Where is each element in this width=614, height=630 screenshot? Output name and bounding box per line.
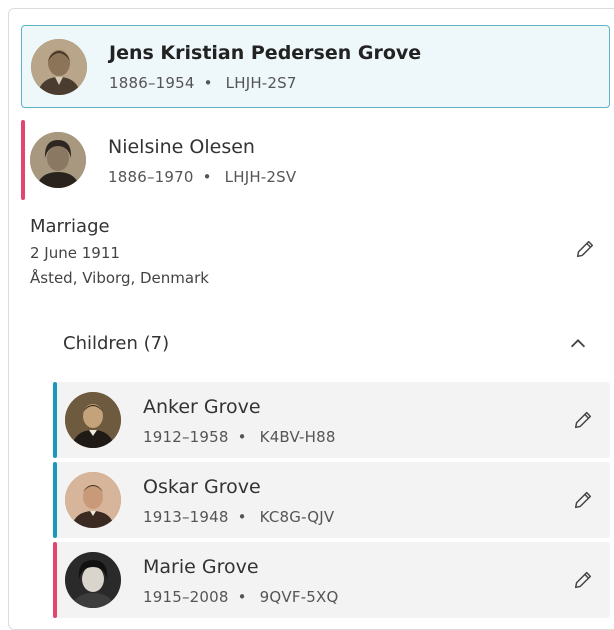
child-card[interactable]: Oskar Grove 1913–1948 • KC8G-QJV xyxy=(53,462,610,538)
child-lifespan: 1913–1948 xyxy=(143,507,229,526)
marriage-section: Marriage 2 June 1911 Åsted, Viborg, Denm… xyxy=(30,216,610,287)
portrait-avatar xyxy=(30,132,86,188)
person-card-husband[interactable]: Jens Kristian Pedersen Grove 1886–1954 •… xyxy=(21,25,610,108)
marriage-date: 2 June 1911 xyxy=(30,244,120,262)
person-lifespan: 1886–1970 xyxy=(108,167,194,186)
person-name[interactable]: Jens Kristian Pedersen Grove xyxy=(109,41,421,65)
person-card-wife[interactable]: Nielsine Olesen 1886–1970 • LHJH-2SV xyxy=(21,120,610,200)
pencil-icon xyxy=(574,491,592,509)
gender-bar-female xyxy=(53,542,57,618)
portrait-avatar xyxy=(65,392,121,448)
pencil-icon xyxy=(574,411,592,429)
child-card[interactable]: Marie Grove 1915–2008 • 9QVF-5XQ xyxy=(53,542,610,618)
separator-dot: • xyxy=(203,74,213,92)
person-meta: 1886–1970 • LHJH-2SV xyxy=(108,168,296,186)
person-name[interactable]: Nielsine Olesen xyxy=(108,135,296,159)
children-header[interactable]: Children (7) xyxy=(63,331,603,357)
child-lifespan: 1912–1958 xyxy=(143,427,229,446)
chevron-up-icon[interactable] xyxy=(567,333,589,355)
marriage-place: Åsted, Viborg, Denmark xyxy=(30,269,209,287)
gender-bar-male xyxy=(53,462,57,538)
child-lifespan: 1915–2008 xyxy=(143,587,229,606)
portrait-avatar xyxy=(65,552,121,608)
child-id[interactable]: 9QVF-5XQ xyxy=(260,588,339,606)
separator-dot: • xyxy=(237,427,247,446)
child-card[interactable]: Anker Grove 1912–1958 • K4BV-H88 xyxy=(53,382,610,458)
child-name[interactable]: Anker Grove xyxy=(143,395,336,419)
child-id[interactable]: KC8G-QJV xyxy=(260,508,335,526)
pencil-icon xyxy=(574,571,592,589)
gender-bar-male xyxy=(53,382,57,458)
person-id[interactable]: LHJH-2S7 xyxy=(226,74,297,92)
separator-dot: • xyxy=(237,587,247,606)
child-name[interactable]: Marie Grove xyxy=(143,555,339,579)
children-label: Children (7) xyxy=(63,333,170,354)
child-meta: 1913–1948 • KC8G-QJV xyxy=(143,508,334,526)
marriage-title: Marriage xyxy=(30,216,110,237)
person-meta: 1886–1954 • LHJH-2S7 xyxy=(109,74,421,92)
pencil-icon xyxy=(576,240,594,258)
gender-bar-female xyxy=(21,120,25,200)
edit-marriage-button[interactable] xyxy=(572,236,598,262)
child-name[interactable]: Oskar Grove xyxy=(143,475,334,499)
portrait-avatar xyxy=(65,472,121,528)
child-meta: 1912–1958 • K4BV-H88 xyxy=(143,428,336,446)
person-id[interactable]: LHJH-2SV xyxy=(225,168,297,186)
edit-child-button[interactable] xyxy=(570,407,596,433)
portrait-avatar xyxy=(31,38,87,95)
separator-dot: • xyxy=(202,167,212,186)
separator-dot: • xyxy=(237,507,247,526)
edit-child-button[interactable] xyxy=(570,567,596,593)
person-lifespan: 1886–1954 xyxy=(109,74,195,92)
edit-child-button[interactable] xyxy=(570,487,596,513)
child-meta: 1915–2008 • 9QVF-5XQ xyxy=(143,588,339,606)
child-id[interactable]: K4BV-H88 xyxy=(260,428,336,446)
